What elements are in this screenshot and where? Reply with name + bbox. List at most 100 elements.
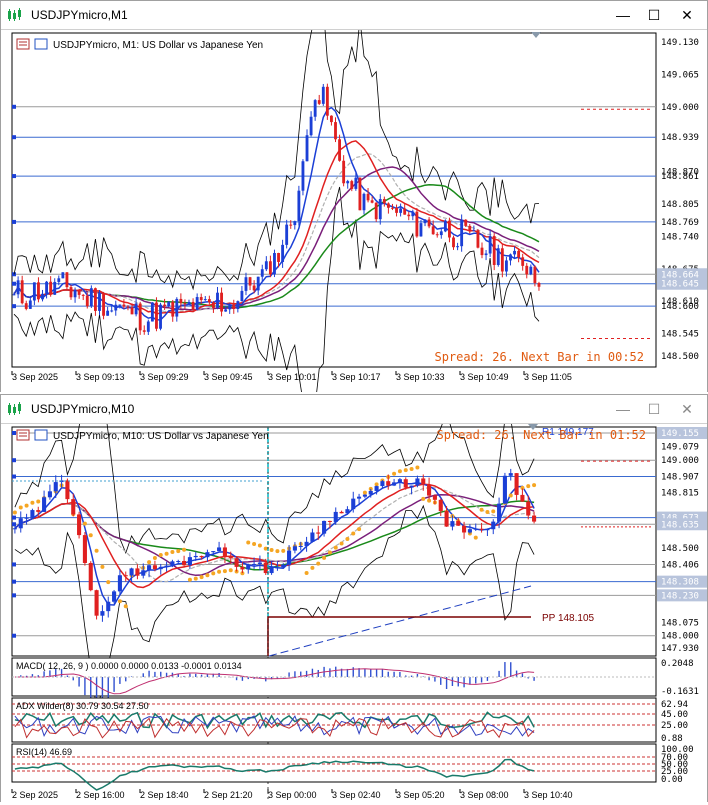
price-chart-m1[interactable]: 149.130149.065149.000148.939148.870148.8… [1,7,707,416]
level-marker[interactable] [12,219,16,224]
time-label: 3 Sep 05:20 [396,790,445,800]
candle-body [36,510,41,512]
psar-dot [222,569,227,574]
chart-window-m10: USDJPYmicro,M10 — ☐ ✕ 149.155 149.079 149.… [0,345,708,802]
candle-body [526,501,531,516]
price-label: 148.500 [661,352,699,362]
candle-body [57,278,61,282]
maximize-button[interactable]: ☐ [642,399,666,419]
candle-body [175,298,179,317]
level-marker[interactable] [12,304,16,309]
candle-body [171,301,175,317]
candle-body [504,260,508,272]
maximize-button[interactable]: ☐ [642,5,666,25]
symbol-info-icon[interactable] [34,429,48,441]
candle-body [211,551,216,553]
candle-body [298,546,303,548]
minimize-button[interactable]: — [611,399,635,419]
candle-body [346,181,350,184]
chart-header-text: USDJPYmicro, M10: US Dollar vs Japanese … [53,431,269,442]
chart-type-icon[interactable] [16,38,30,50]
psar-dot [30,500,35,505]
title-bar-m1[interactable]: USDJPYmicro,M1 — ☐ ✕ [1,1,707,29]
candle-body [472,230,476,232]
candle-body [366,193,370,201]
candle-body [427,219,431,227]
candle-body [158,566,163,570]
candle-body [275,567,280,569]
candle-body [183,303,187,305]
level-marker[interactable] [12,104,16,109]
rsi-scale-4: 0.00 [661,775,683,785]
psar-dot [100,564,105,569]
candle-body [106,310,110,316]
price-chart-m10[interactable]: 149.155 149.079 149.000 148.907 148.815 148.6… [1,345,707,802]
chart-area-m1[interactable]: 149.130 149.065 149.000 148.939 148.870 148.8… [1,7,707,416]
psar-dot [479,507,484,512]
spread-info: Spread: 26. Next Bar in 01:52 [436,428,646,442]
level-marker[interactable] [12,458,16,463]
candle-body [16,280,20,295]
candle-body [468,225,472,231]
candle-body [321,86,325,104]
candle-body [285,224,289,245]
candle-body [100,611,105,616]
psar-dot [164,551,169,556]
level-marker[interactable] [12,474,16,479]
time-label: 3 Sep 2025 [12,372,58,382]
psar-dot [123,604,128,609]
candle-body [89,288,93,307]
candle-body [24,303,28,309]
level-marker[interactable] [12,633,16,638]
level-marker[interactable] [12,281,16,286]
candle-body [248,277,252,286]
candle-body [81,294,85,296]
candle-body [432,495,437,500]
close-button[interactable]: ✕ [675,5,699,25]
candle-body [228,556,233,559]
close-button[interactable]: ✕ [675,399,699,419]
candle-body [301,161,305,191]
level-marker[interactable] [12,515,16,520]
candle-body [18,518,23,529]
candle-body [85,295,89,307]
candle-body [374,202,378,220]
candle-body [338,139,341,161]
psar-dot [351,531,356,536]
level-marker[interactable] [12,579,16,584]
candle-body [228,304,232,310]
candle-body [448,220,451,238]
level-marker[interactable] [12,174,16,179]
candle-body [479,528,484,530]
level-marker[interactable] [12,562,16,567]
psar-dot [403,468,408,473]
candle-body [488,236,492,254]
candle-body [368,490,373,495]
title-bar-m10[interactable]: USDJPYmicro,M10 — ☐ ✕ [1,395,707,423]
price-label: 149.065 [661,70,699,80]
candle-body [147,565,152,571]
chart-area-m10[interactable]: 149.155 149.079 149.000 148.907 148.815 148.6… [1,345,707,802]
candle-body [339,511,344,514]
candle-body [464,219,468,226]
candle-body [114,304,118,311]
time-label: 2 Sep 21:20 [204,790,253,800]
candle-body [310,532,315,542]
level-marker[interactable] [12,135,16,140]
price-label: 149.130 [661,38,699,48]
rsi-pane[interactable] [11,743,657,783]
candle-body [497,503,502,522]
chart-type-icon[interactable] [16,429,30,441]
symbol-info-icon[interactable] [34,38,48,50]
price-label: 148.545 [661,330,699,340]
candle-body [421,478,426,485]
psar-dot [147,560,152,565]
minimize-button[interactable]: — [611,5,635,25]
candle-body [427,484,432,496]
level-marker[interactable] [12,431,16,435]
time-label: 3 Sep 08:00 [460,790,509,800]
candle-body [37,282,40,300]
candle-body [411,211,415,217]
candle-body [386,481,391,486]
level-marker[interactable] [12,593,16,598]
